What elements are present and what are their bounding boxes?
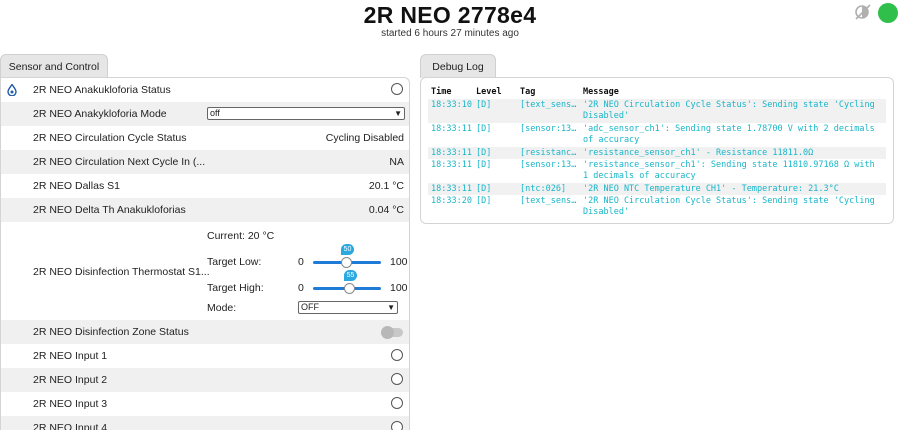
entity-name: 2R NEO Input 1 (33, 350, 108, 362)
entity-name: 2R NEO Input 2 (33, 374, 108, 386)
mode-label: Mode: (207, 302, 237, 314)
log-message: 'resistance_sensor_ch1' - Resistance 118… (583, 148, 814, 158)
entity-name: 2R NEO Dallas S1 (33, 180, 120, 192)
entity-name: 2R NEO Disinfection Thermostat S1... (33, 266, 210, 278)
target-high-min: 0 (298, 282, 304, 294)
entity-name: 2R NEO Circulation Cycle Status (33, 132, 187, 144)
log-time: 18:33:11 (431, 184, 472, 194)
log-time: 18:33:10 (431, 100, 472, 110)
entity-state: 0.04 °C (368, 204, 404, 216)
entity-row: 2R NEO Anakukloforia Status (1, 78, 409, 102)
input-radio (391, 373, 403, 385)
entity-name: 2R NEO Anakukloforia Status (33, 84, 171, 96)
input-radio (391, 397, 403, 409)
log-tag: [sensor:131] (520, 160, 578, 170)
entity-row: 2R NEO Anakykloforia Mode off ▼ (1, 102, 409, 126)
entity-name: 2R NEO Disinfection Zone Status (33, 326, 189, 338)
log-row: 18:33:11 [D] [ntc:026] '2R NEO NTC Tempe… (428, 183, 886, 195)
target-high-slider-thumb[interactable] (344, 283, 355, 294)
log-tag: [ntc:026] (520, 184, 567, 194)
status-radio (391, 83, 403, 95)
thermostat-mode-select[interactable]: OFF ▼ (298, 301, 398, 314)
log-tag: [text_sensor… (520, 100, 578, 110)
target-high-value: 55 (344, 270, 357, 281)
entity-name: 2R NEO Delta Th Anakukloforias (33, 204, 186, 216)
log-level: [D] (476, 100, 492, 110)
log-row: 18:33:10 [D] [text_sensor… '2R NEO Circu… (428, 99, 886, 123)
thermostat-row: 2R NEO Disinfection Thermostat S1... Cur… (1, 222, 409, 320)
entity-row: 2R NEO Input 1 (1, 344, 409, 368)
color-scheme-icon[interactable] (853, 2, 873, 22)
entity-table: 2R NEO Anakukloforia Status 2R NEO Anaky… (0, 77, 410, 430)
entity-state: 20.1 °C (368, 180, 404, 192)
tab-sensor-and-control[interactable]: Sensor and Control (0, 54, 108, 78)
log-header-message: Message (583, 87, 619, 97)
target-low-label: Target Low: (207, 256, 262, 268)
entity-row: 2R NEO Input 4 (1, 416, 409, 430)
entity-name: 2R NEO Circulation Next Cycle In (... (33, 156, 206, 168)
thermostat-current: Current: 20 °C (207, 230, 275, 242)
log-level: [D] (476, 196, 492, 206)
log-time: 18:33:20 (431, 196, 472, 206)
log-time: 18:33:11 (431, 124, 472, 134)
select-value: OFF (301, 302, 319, 312)
zone-status-toggle (381, 326, 403, 339)
entity-name: 2R NEO Anakykloforia Mode (33, 108, 167, 120)
log-header-time: Time (431, 87, 452, 97)
log-level: [D] (476, 184, 492, 194)
target-high-max: 100 (390, 282, 408, 294)
entity-row: 2R NEO Circulation Next Cycle In (... NA (1, 150, 409, 174)
debug-log-panel: Time Level Tag Message 18:33:10 [D] [tex… (420, 77, 894, 224)
entity-row: 2R NEO Circulation Cycle Status Cycling … (1, 126, 409, 150)
log-row: 18:33:20 [D] [text_sensor… '2R NEO Circu… (428, 195, 886, 219)
target-low-max: 100 (390, 256, 408, 268)
log-level: [D] (476, 148, 492, 158)
uptime-subtitle: started 6 hours 27 minutes ago (381, 28, 519, 39)
log-row: 18:33:11 [D] [sensor:131] 'resistance_se… (428, 159, 886, 183)
water-drop-icon (7, 84, 17, 96)
entity-state: Cycling Disabled (325, 132, 404, 144)
entity-row: 2R NEO Input 3 (1, 392, 409, 416)
online-status-indicator (878, 3, 898, 23)
log-message: 'adc_sensor_ch1': Sending state 1.78700 … (583, 124, 875, 145)
entity-row: 2R NEO Dallas S1 20.1 °C (1, 174, 409, 198)
entity-row: 2R NEO Input 2 (1, 368, 409, 392)
log-tag: [resistance:… (520, 148, 578, 158)
tab-debug-log[interactable]: Debug Log (420, 54, 496, 78)
log-time: 18:33:11 (431, 160, 472, 170)
log-time: 18:33:11 (431, 148, 472, 158)
select-value: off (210, 108, 220, 118)
input-radio (391, 421, 403, 430)
entity-state: NA (389, 156, 404, 168)
log-message: 'resistance_sensor_ch1': Sending state 1… (583, 160, 875, 181)
entity-row: 2R NEO Disinfection Zone Status (1, 320, 409, 344)
target-low-min: 0 (298, 256, 304, 268)
log-level: [D] (476, 124, 492, 134)
target-high-label: Target High: (207, 282, 264, 294)
mode-select[interactable]: off ▼ (207, 107, 405, 120)
log-level: [D] (476, 160, 492, 170)
entity-name: 2R NEO Input 3 (33, 398, 108, 410)
log-tag: [sensor:131] (520, 124, 578, 134)
target-low-value: 50 (341, 244, 354, 255)
chevron-down-icon: ▼ (394, 109, 402, 118)
entity-row: 2R NEO Delta Th Anakukloforias 0.04 °C (1, 198, 409, 222)
log-row: 18:33:11 [D] [sensor:131] 'adc_sensor_ch… (428, 123, 886, 147)
log-row: 18:33:11 [D] [resistance:… 'resistance_s… (428, 147, 886, 159)
target-low-slider-thumb[interactable] (341, 257, 352, 268)
log-tag: [text_sensor… (520, 196, 578, 206)
log-header-tag: Tag (520, 87, 536, 97)
entity-name: 2R NEO Input 4 (33, 422, 108, 430)
log-header-level: Level (476, 87, 502, 97)
page-title: 2R NEO 2778e4 (363, 2, 537, 28)
log-message: '2R NEO Circulation Cycle Status': Sendi… (583, 196, 875, 217)
debug-log-table[interactable]: Time Level Tag Message 18:33:10 [D] [tex… (428, 87, 886, 217)
input-radio (391, 349, 403, 361)
chevron-down-icon: ▼ (387, 303, 395, 312)
log-message: '2R NEO NTC Temperature CH1' - Temperatu… (583, 184, 839, 194)
log-message: '2R NEO Circulation Cycle Status': Sendi… (583, 100, 875, 121)
